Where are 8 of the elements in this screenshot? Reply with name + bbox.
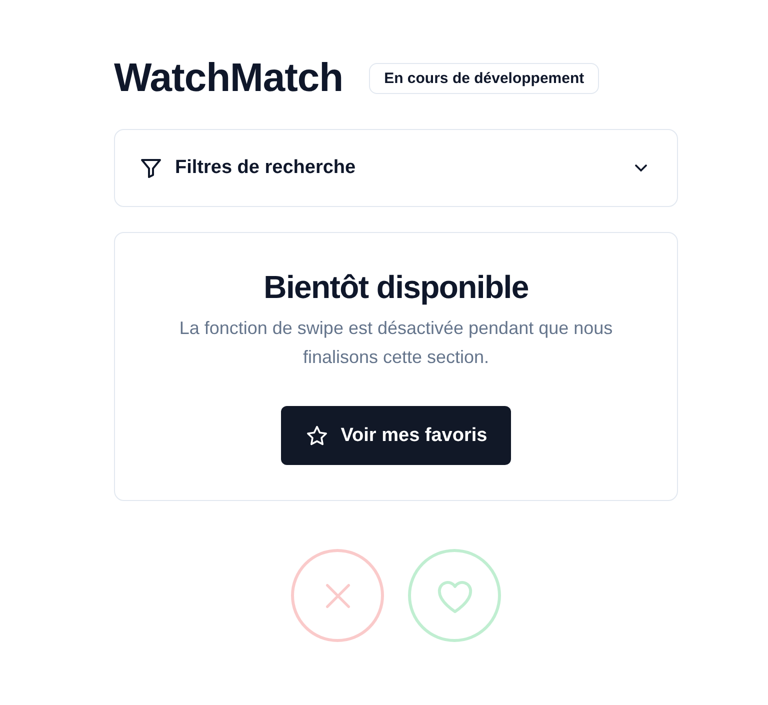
notice-title: Bientôt disponible — [264, 269, 528, 306]
status-badge: En cours de développement — [369, 62, 600, 94]
star-icon — [304, 424, 329, 448]
notice-message: La fonction de swipe est désactivée pendant que nous finalisons cette section. — [178, 317, 614, 369]
app-title: WatchMatch — [114, 56, 344, 100]
filter-icon — [139, 156, 163, 180]
filters-toggle[interactable]: Filtres de recherche — [114, 129, 678, 207]
favorites-button[interactable]: Voir mes favoris — [280, 406, 512, 465]
